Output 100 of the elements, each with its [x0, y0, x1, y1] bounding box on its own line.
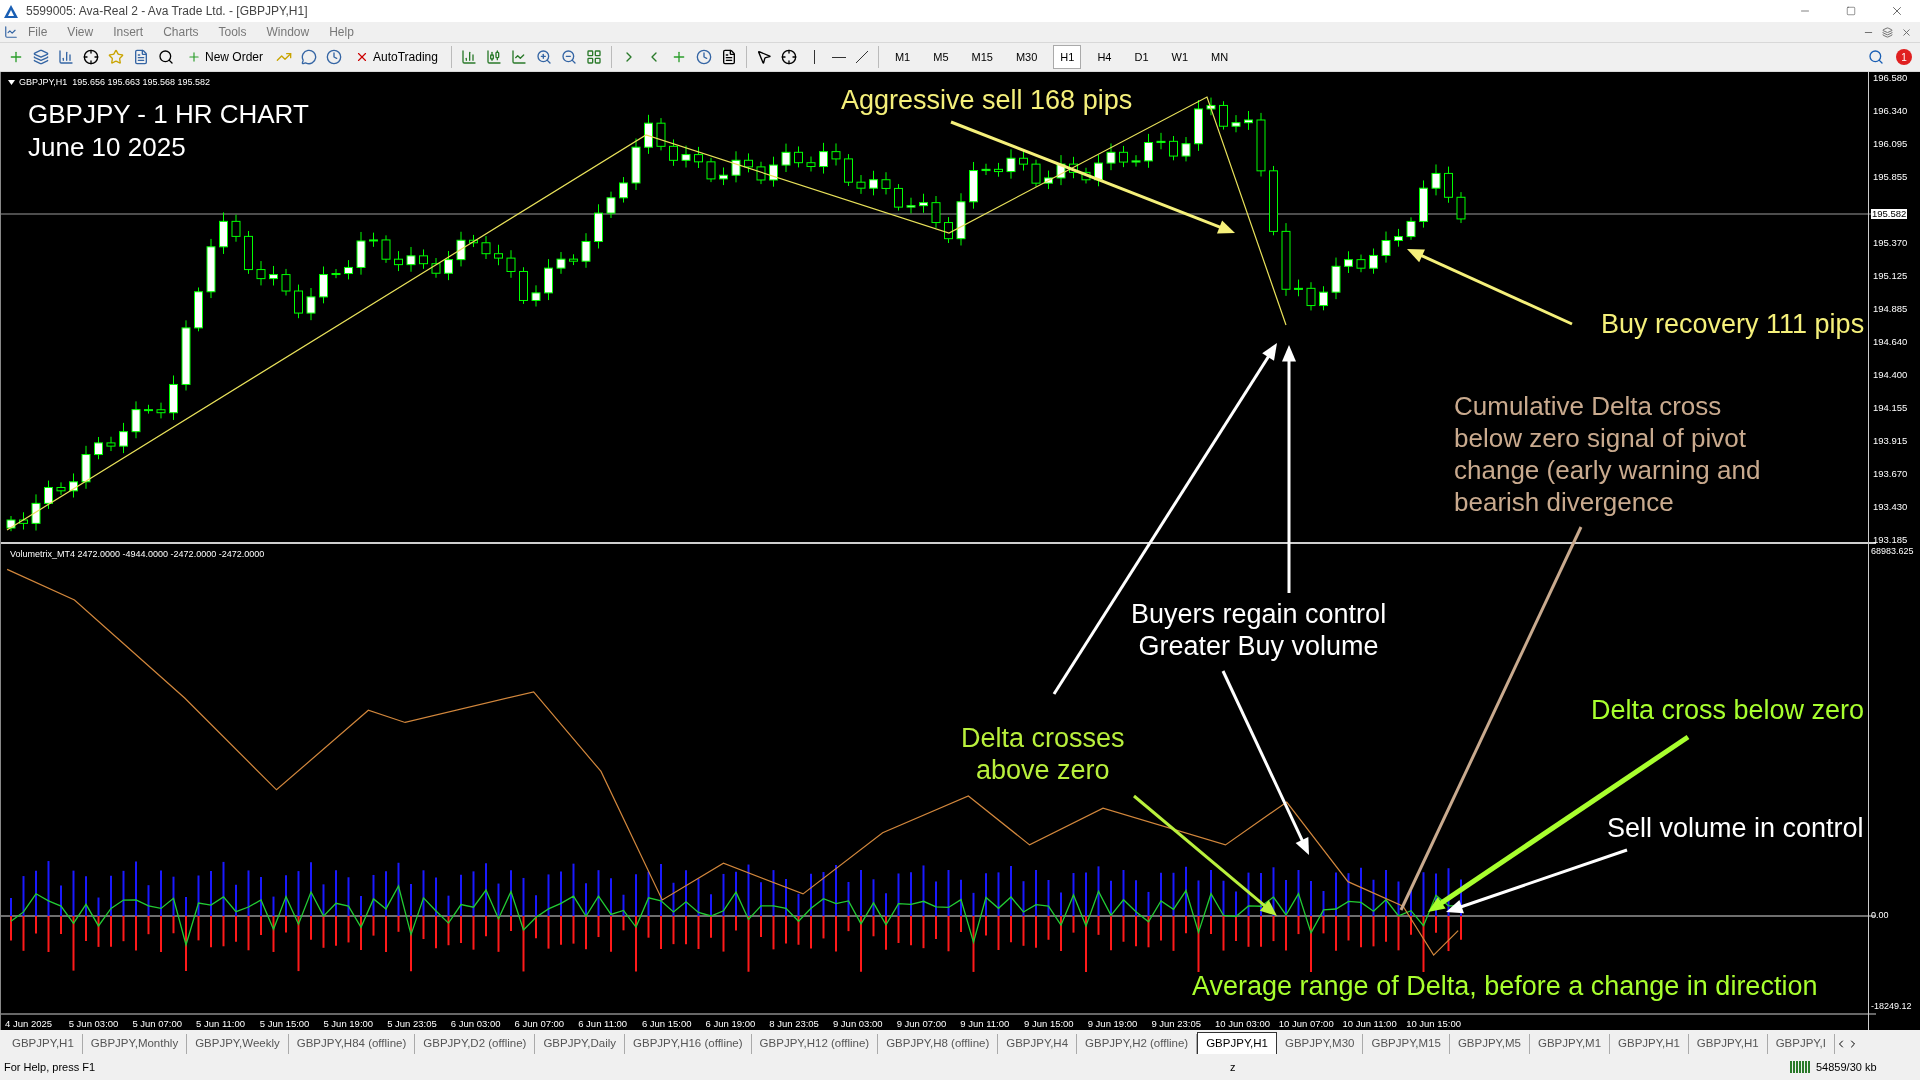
time-label: 4 Jun 2025	[5, 1017, 53, 1031]
vertical-line-tool-icon[interactable]	[813, 50, 815, 64]
time-label: 5 Jun 03:00	[68, 1017, 120, 1031]
time-label: 5 Jun 23:05	[387, 1017, 438, 1031]
timeframe-button[interactable]: M30	[1008, 45, 1045, 69]
price-label: 193.670	[1873, 469, 1908, 479]
annotation-text: Delta cross below zero	[1591, 694, 1865, 726]
annotation-text: Buy recovery 111 pips	[1601, 308, 1865, 340]
annotation-text: Cumulative Delta cross below zero signal of pivot change (early warning and bearish divergence	[1454, 390, 1762, 518]
status-traffic-text: 54859/30 kb	[1816, 1059, 1877, 1075]
annotation-text: Delta crosses	[961, 722, 1125, 754]
zoom-in-icon[interactable]	[535, 49, 552, 65]
timeframe-button[interactable]: D1	[1127, 45, 1156, 69]
menu-item[interactable]: Window	[256, 23, 320, 41]
price-label: 193.430	[1873, 502, 1908, 512]
time-label: 5 Jun 19:00	[323, 1017, 375, 1031]
current-price-label: 195.582	[1871, 209, 1908, 219]
time-label: 6 Jun 11:00	[578, 1017, 629, 1031]
menu-item[interactable]: Tools	[208, 23, 257, 41]
zoom-out-icon[interactable]	[560, 49, 577, 65]
time-label: 6 Jun 19:00	[705, 1017, 757, 1031]
timeframe-button[interactable]: H4	[1090, 45, 1119, 69]
menu-item[interactable]: Help	[319, 23, 364, 41]
indicator-label: Volumetrix_MT4 2472.0000 -4944.0000 -2472.0000 -2472.0000	[10, 548, 265, 561]
price-label: 196.340	[1873, 106, 1908, 116]
trendline-tool-icon[interactable]	[854, 50, 869, 64]
price-label: 194.640	[1873, 337, 1908, 347]
timeframe-button[interactable]: M15	[964, 45, 1000, 69]
status-profile-text: z	[1230, 1059, 1237, 1075]
time-label: 5 Jun 11:00	[196, 1017, 246, 1031]
time-label: 9 Jun 07:00	[896, 1017, 948, 1031]
indicator-scale-label: 68983.625	[1871, 547, 1914, 556]
menu-item[interactable]: Insert	[103, 23, 154, 41]
annotation-text: Sell volume in control	[1607, 812, 1864, 844]
close-chart-icon[interactable]	[1901, 26, 1912, 38]
price-label: 194.155	[1873, 403, 1908, 413]
status-help-text: For Help, press F1	[3, 1059, 97, 1075]
plus-icon	[187, 50, 201, 64]
indicator-scale-label: -18249.12	[1871, 1002, 1912, 1011]
time-label: 9 Jun 03:00	[832, 1017, 884, 1031]
time-label: 9 Jun 19:00	[1087, 1017, 1139, 1031]
notification-badge[interactable]: 1	[1896, 49, 1912, 65]
time-label: 10 Jun 07:00	[1278, 1017, 1335, 1031]
price-label: 193.915	[1873, 436, 1908, 446]
close-icon	[355, 50, 369, 64]
menu-item[interactable]: View	[57, 23, 104, 41]
time-label: 5 Jun 15:00	[259, 1017, 311, 1031]
timeframe-button[interactable]: M1	[887, 45, 918, 69]
time-label: 10 Jun 11:00	[1342, 1017, 1398, 1031]
chart-title: June 10 2025	[28, 131, 187, 164]
annotation-text: above zero	[976, 754, 1110, 786]
horizontal-line-tool-icon[interactable]	[831, 56, 846, 58]
price-label: 194.400	[1873, 370, 1908, 380]
price-label: 196.095	[1873, 139, 1908, 149]
indicator-scale-label: 0.00	[1871, 911, 1889, 920]
chart-tab[interactable]: GBPJPY,H1	[1197, 1032, 1277, 1054]
price-label: 195.370	[1873, 238, 1908, 248]
time-label: 10 Jun 03:00	[1215, 1017, 1271, 1031]
app-logo-icon	[4, 4, 18, 18]
chart-header: GBPJPY,H1 195.656 195.663 195.568 195.582	[19, 76, 210, 89]
price-label: 195.125	[1873, 271, 1908, 281]
menu-item[interactable]: File	[18, 23, 58, 41]
annotation-text: Average range of Delta, before a change in direction	[1192, 970, 1818, 1002]
autotrading-button[interactable]: AutoTrading	[351, 45, 442, 69]
timeframe-button[interactable]: M5	[926, 45, 956, 69]
price-label: 193.185	[1873, 535, 1908, 545]
line-chart-icon[interactable]	[510, 49, 527, 65]
chart-window-icon	[4, 25, 18, 39]
menu-item[interactable]: Charts	[153, 23, 209, 41]
time-label: 9 Jun 23:05	[1151, 1017, 1203, 1031]
timeframe-button[interactable]: W1	[1164, 45, 1195, 69]
price-label: 196.580	[1873, 73, 1908, 83]
time-label: 5 Jun 07:00	[132, 1017, 184, 1031]
timeframe-button[interactable]: H1	[1053, 45, 1082, 69]
cursor-icon[interactable]	[755, 49, 772, 65]
annotation-text: Buyers regain control	[1131, 598, 1387, 630]
dropdown-triangle-icon[interactable]	[8, 80, 15, 85]
new-order-button[interactable]: New Order	[183, 45, 267, 69]
price-label: 195.855	[1873, 172, 1908, 182]
candlestick-icon[interactable]	[485, 49, 502, 65]
crosshair-icon[interactable]	[780, 49, 797, 65]
time-label: 6 Jun 03:00	[450, 1017, 502, 1031]
time-label: 9 Jun 11:00	[960, 1017, 1011, 1031]
price-label: 194.885	[1873, 304, 1908, 314]
chart-title: GBPJPY - 1 HR CHART	[28, 98, 309, 131]
time-label: 6 Jun 07:00	[514, 1017, 566, 1031]
bar-chart-icon[interactable]	[460, 49, 477, 65]
tile-windows-icon[interactable]	[585, 49, 602, 65]
annotation-text: Greater Buy volume	[1138, 630, 1379, 662]
close-icon	[1890, 4, 1904, 18]
chat-icon[interactable]	[301, 49, 317, 65]
search-icon[interactable]	[1868, 49, 1884, 65]
window-title: 5599005: Ava-Real 2 - Ava Trade Ltd. - [GBPJPY,H1]	[26, 3, 308, 20]
connection-bars-icon	[1790, 1061, 1812, 1073]
time-label: 6 Jun 15:00	[641, 1017, 693, 1031]
restore-icon	[1846, 6, 1856, 16]
time-label: 9 Jun 15:00	[1024, 1017, 1075, 1031]
annotation-text: Aggressive sell 168 pips	[841, 84, 1133, 116]
timeframe-button[interactable]: MN	[1204, 45, 1236, 69]
time-label: 10 Jun 15:00	[1406, 1017, 1463, 1031]
